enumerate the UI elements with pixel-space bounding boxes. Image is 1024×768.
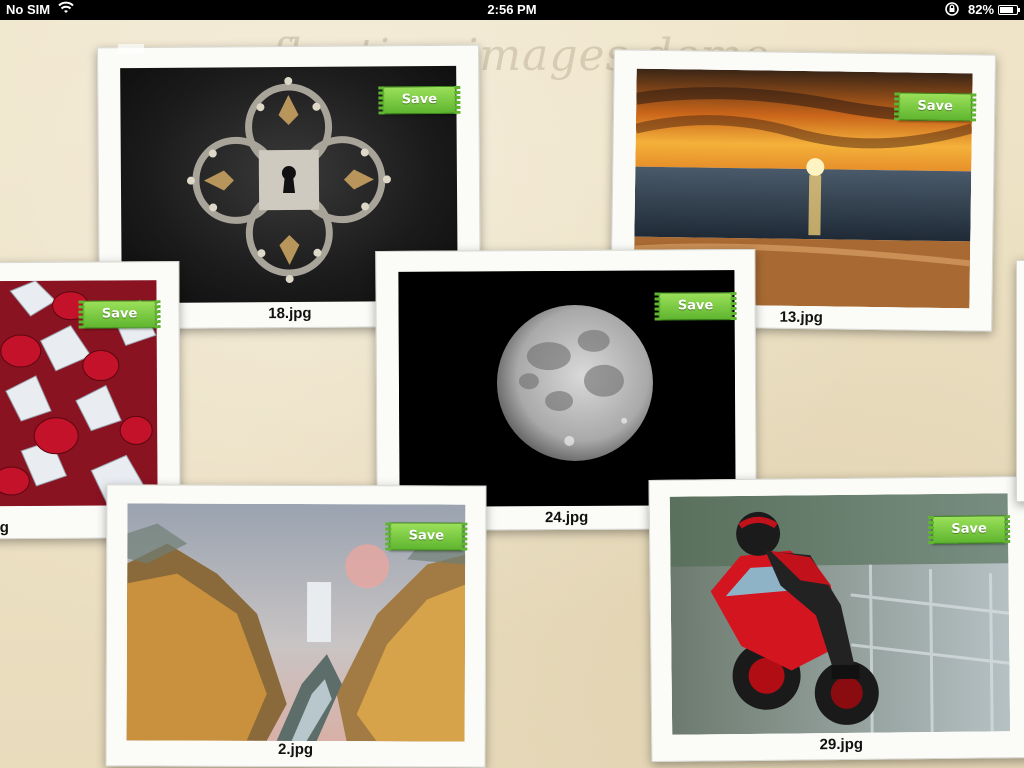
battery-nub: [1018, 8, 1020, 12]
photo-card-2[interactable]: Save 2.jpg: [105, 484, 487, 768]
photo-caption: 29.jpg: [819, 735, 864, 754]
rotation-lock-icon: [945, 2, 959, 19]
status-bar: No SIM 2:56 PM 82%: [0, 0, 1024, 20]
photo-board: floating images demo Save 18.jpg Save 13…: [0, 20, 1024, 768]
save-button[interactable]: Save: [931, 515, 1007, 545]
photo-card-offscreen[interactable]: [1016, 260, 1024, 502]
save-button[interactable]: Save: [82, 300, 157, 329]
battery-percent: 82%: [968, 2, 995, 17]
tape: [117, 44, 145, 55]
save-button[interactable]: Save: [382, 85, 457, 115]
battery-icon: [998, 5, 1020, 15]
clock: 2:56 PM: [487, 2, 537, 17]
photo-caption: g: [0, 519, 9, 537]
battery-fill: [1000, 7, 1013, 13]
save-button[interactable]: Save: [897, 92, 973, 122]
save-button[interactable]: Save: [658, 292, 733, 321]
save-button[interactable]: Save: [389, 522, 464, 551]
photo-card-29[interactable]: Save 29.jpg: [648, 476, 1024, 762]
photo-caption: 2.jpg: [278, 740, 314, 759]
